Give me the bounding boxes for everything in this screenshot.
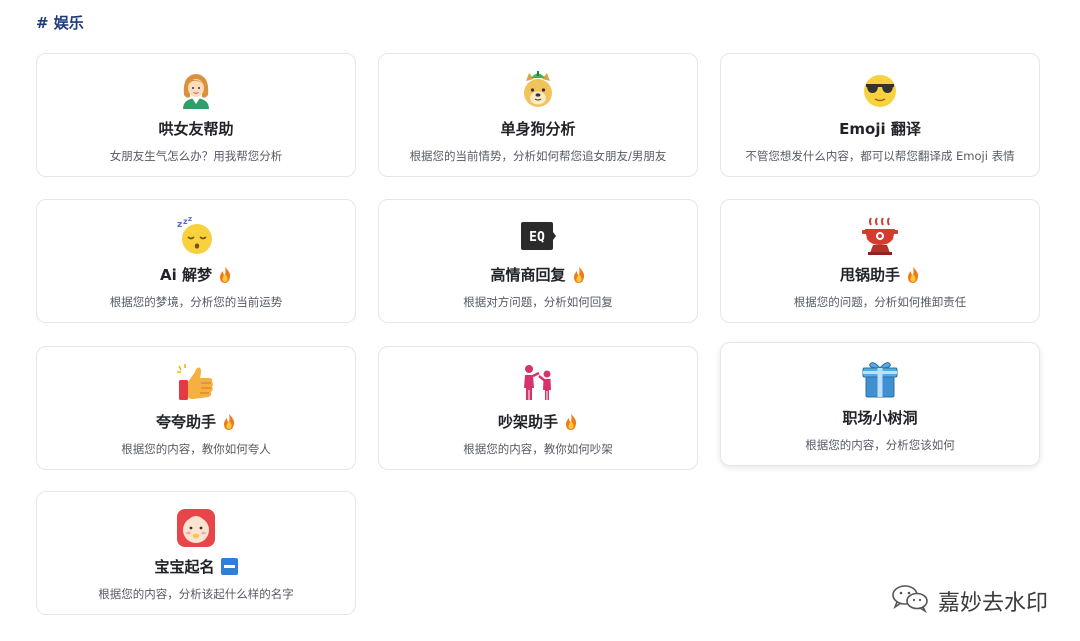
card-kuakua[interactable]: 夸夸助手 根据您的内容，教你如何夸人 [36, 346, 356, 470]
card-chaojia[interactable]: 吵架助手 根据您的内容，教你如何吵架 [378, 346, 698, 470]
card-desc: 根据您的当前情势，分析如何帮您追女朋友/男朋友 [409, 149, 667, 163]
card-baobao-qiming[interactable]: 宝宝起名 根据您的内容，分析该起什么样的名字 [36, 491, 356, 615]
card-desc: 根据您的内容，教你如何吵架 [463, 442, 613, 456]
card-zhichang-shudong[interactable]: 职场小树洞 根据您的内容，分析您该如何 [720, 342, 1040, 466]
watermark: 嘉妙去水印 [890, 583, 1048, 619]
card-title: 职场小树洞 [842, 407, 917, 428]
card-title-text: 夸夸助手 [155, 413, 216, 431]
thumbs-up-icon [174, 361, 218, 405]
svg-text:z: z [177, 220, 182, 230]
card-desc: 根据您的梦境，分析您的当前运势 [109, 295, 283, 309]
minus-icon [220, 558, 238, 575]
card-title-text: 宝宝起名 [154, 558, 215, 576]
card-title: 甩锅助手 [840, 264, 920, 285]
card-title-text: Emoji 翻译 [839, 120, 921, 138]
eq-label-icon: EQ [516, 214, 560, 258]
girl-avatar-icon [174, 68, 218, 112]
card-title-text: 哄女友帮助 [158, 120, 234, 138]
card-desc: 根据您的问题，分析如何推卸责任 [793, 295, 967, 309]
card-title-text: 职场小树洞 [842, 409, 918, 427]
wechat-icon [890, 583, 930, 619]
card-title: 单身狗分析 [500, 118, 575, 139]
card-desc: 不管您想发什么内容，都可以帮您翻译成 Emoji 表情 [745, 149, 1015, 163]
fire-icon [564, 413, 578, 430]
card-title-text: Ai 解梦 [160, 266, 212, 284]
card-emoji-fanyi[interactable]: Emoji 翻译 不管您想发什么内容，都可以帮您翻译成 Emoji 表情 [720, 53, 1040, 177]
card-title: Emoji 翻译 [839, 118, 921, 139]
card-title-text: 单身狗分析 [500, 120, 576, 138]
card-desc: 根据您的内容，教你如何夸人 [121, 442, 271, 456]
card-ai-jiemeng[interactable]: z z z Ai 解梦 根据您的梦境，分析您的当前运势 [36, 199, 356, 323]
card-title: 高情商回复 [490, 264, 585, 285]
card-desc: 女朋友生气怎么办？用我帮您分析 [109, 149, 283, 163]
card-title: 哄女友帮助 [158, 118, 233, 139]
card-desc: 根据对方问题，分析如何回复 [463, 295, 613, 309]
card-title-text: 吵架助手 [497, 413, 558, 431]
fire-icon [572, 266, 586, 283]
gift-icon [858, 357, 902, 401]
card-title: 宝宝起名 [154, 556, 238, 577]
card-title: 夸夸助手 [156, 411, 236, 432]
section-title: # 娱乐 [36, 14, 84, 32]
hot-pot-icon [858, 214, 902, 258]
card-hong-nvyou[interactable]: 哄女友帮助 女朋友生气怎么办？用我帮您分析 [36, 53, 356, 177]
fire-icon [906, 266, 920, 283]
svg-text:z: z [188, 215, 192, 223]
doge-icon [516, 68, 560, 112]
card-title-text: 高情商回复 [490, 266, 566, 284]
card-gaoqingshang[interactable]: EQ 高情商回复 根据对方问题，分析如何回复 [378, 199, 698, 323]
card-danshengou[interactable]: 单身狗分析 根据您的当前情势，分析如何帮您追女朋友/男朋友 [378, 53, 698, 177]
card-title-text: 甩锅助手 [839, 266, 900, 284]
watermark-text: 嘉妙去水印 [937, 591, 1048, 616]
svg-text:EQ: EQ [529, 230, 545, 245]
sleeping-face-icon: z z z [174, 214, 218, 258]
fire-icon [222, 413, 236, 430]
card-title: Ai 解梦 [160, 264, 232, 285]
fire-icon [218, 266, 232, 283]
card-shuaiguo[interactable]: 甩锅助手 根据您的问题，分析如何推卸责任 [720, 199, 1040, 323]
card-desc: 根据您的内容，分析您该如何 [805, 438, 955, 452]
sunglasses-face-icon [858, 68, 902, 112]
card-desc: 根据您的内容，分析该起什么样的名字 [98, 587, 294, 601]
arguing-people-icon [516, 361, 560, 405]
card-title: 吵架助手 [498, 411, 578, 432]
baby-face-icon [174, 506, 218, 550]
